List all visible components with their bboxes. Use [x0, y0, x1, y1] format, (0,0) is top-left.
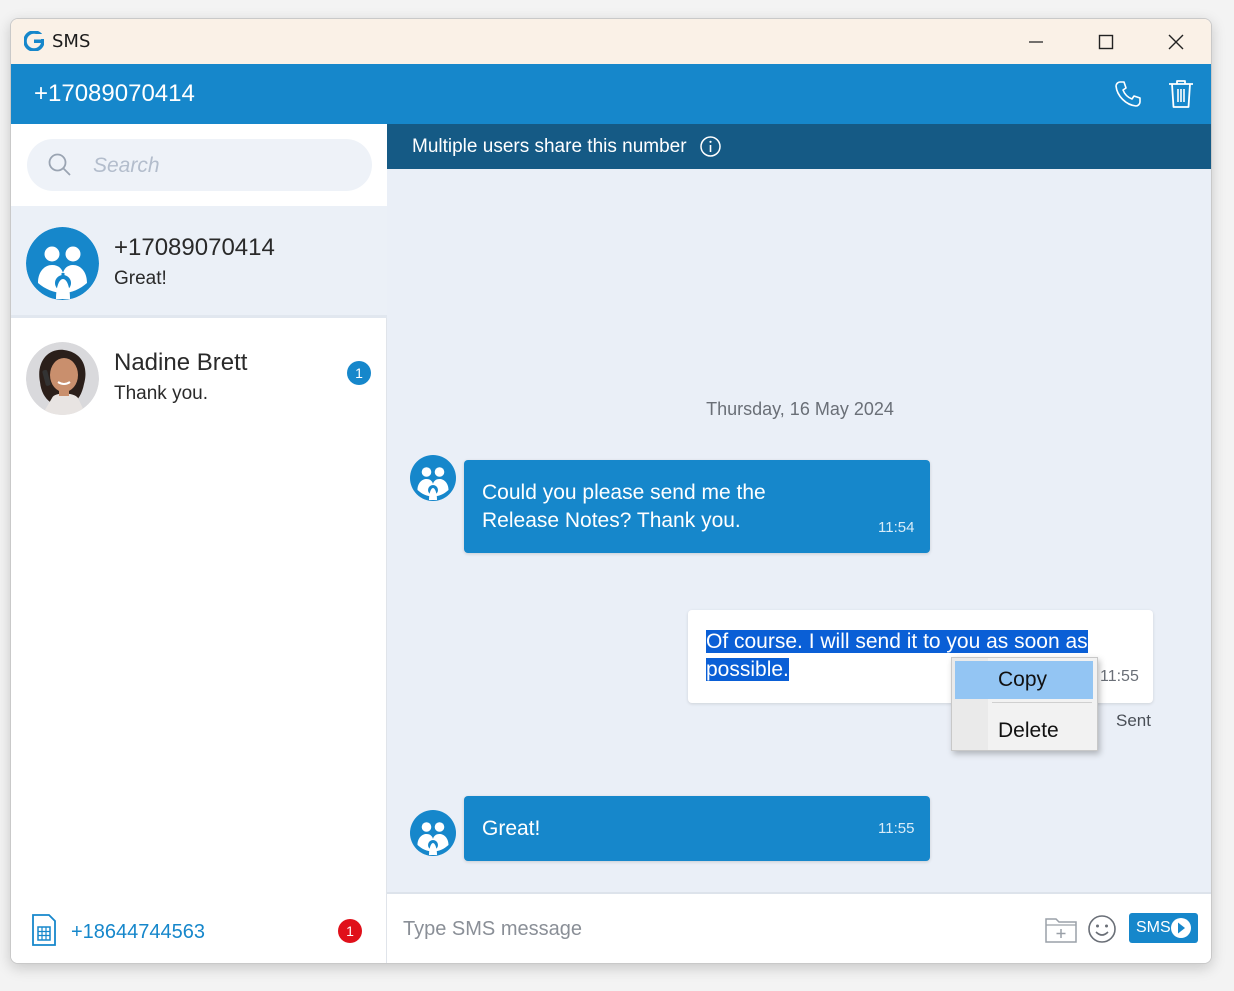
incoming-message-bubble[interactable]: Great! 11:55 [464, 796, 930, 861]
minimize-button[interactable] [1001, 19, 1071, 64]
window-title: SMS [52, 31, 91, 52]
conversation-last-message: Thank you. [114, 383, 208, 404]
chat-pane: Multiple users share this number Thursda… [387, 124, 1211, 963]
call-button[interactable] [1110, 76, 1146, 112]
conversation-item-active[interactable]: +17089070414 Great! [11, 206, 387, 318]
unread-badge: 1 [347, 361, 371, 385]
close-icon [1168, 34, 1184, 49]
info-icon[interactable] [699, 135, 722, 158]
emoji-icon[interactable] [1087, 914, 1117, 944]
group-avatar-icon [26, 227, 99, 300]
conversation-name: +17089070414 [114, 234, 275, 261]
conversation-header: +17089070414 [11, 64, 1211, 124]
message-time: 11:54 [878, 519, 915, 536]
date-separator: Thursday, 16 May 2024 [706, 399, 894, 419]
search-input[interactable]: Search [27, 139, 372, 191]
minimize-icon [1029, 40, 1043, 43]
group-avatar-icon [410, 455, 456, 501]
attach-file-icon[interactable] [1044, 914, 1078, 944]
sim-phone-number: +18644744563 [71, 921, 206, 943]
send-sms-button[interactable]: SMS [1129, 913, 1198, 943]
maximize-button[interactable] [1071, 19, 1141, 64]
sim-card-icon [32, 914, 56, 946]
conversation-last-message: Great! [114, 268, 167, 289]
conversation-item[interactable]: Nadine Brett Thank you. 1 [11, 321, 387, 433]
conversation-name: Nadine Brett [114, 349, 248, 376]
message-text: Could you please send me the Release Not… [482, 481, 766, 532]
menu-item-copy[interactable]: Copy [955, 661, 1093, 699]
phone-icon [1115, 81, 1141, 107]
message-status: Sent [1116, 711, 1151, 730]
incoming-message-bubble[interactable]: Could you please send me the Release Not… [464, 460, 930, 553]
search-icon [48, 153, 71, 176]
send-arrow-icon [1171, 918, 1191, 938]
search-placeholder: Search [93, 154, 160, 177]
message-time: 11:55 [878, 820, 915, 837]
shared-number-notice: Multiple users share this number [387, 124, 1211, 169]
message-composer: Type SMS message SMS [387, 892, 1211, 963]
close-button[interactable] [1141, 19, 1211, 64]
message-context-menu: Copy Delete [951, 657, 1098, 751]
delete-conversation-button[interactable] [1163, 76, 1199, 112]
header-phone-number: +17089070414 [34, 80, 195, 107]
trash-icon [1169, 80, 1193, 108]
sms-window: SMS +17089070414 Search +17089070414 Gre… [10, 18, 1212, 964]
menu-item-delete[interactable]: Delete [955, 712, 1093, 750]
title-bar: SMS [11, 19, 1211, 64]
menu-divider [992, 702, 1092, 703]
message-text: Great! [482, 817, 541, 840]
conversation-sidebar: Search +17089070414 Great! Nadine Brett … [11, 124, 387, 963]
sim-unread-badge: 1 [338, 919, 362, 943]
sms-message-input[interactable]: Type SMS message [403, 918, 582, 941]
sim-line-selector[interactable]: +18644744563 1 [11, 905, 387, 963]
maximize-icon [1098, 34, 1114, 49]
group-avatar-icon [410, 810, 456, 856]
search-area: Search [11, 124, 387, 206]
send-sms-label: SMS [1136, 919, 1171, 936]
app-logo-icon [24, 31, 44, 51]
notice-text: Multiple users share this number [412, 136, 687, 157]
message-time: 11:55 [1100, 668, 1139, 685]
contact-photo-avatar [26, 342, 99, 415]
